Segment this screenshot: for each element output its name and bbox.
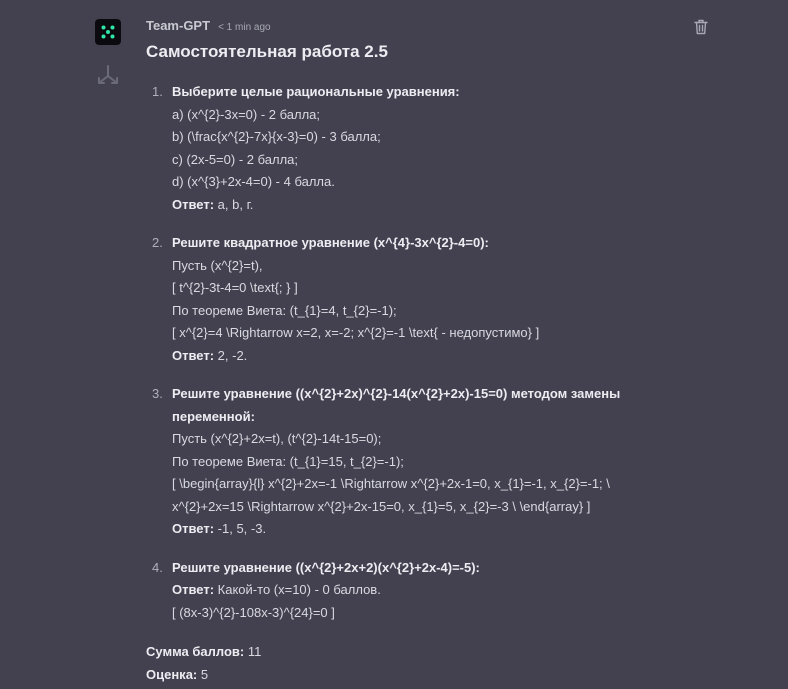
answer-line: a) (x^{2}-3x=0) - 2 балла; bbox=[172, 106, 321, 122]
answer-line: b) (\frac{x^{2}-7x}{x-3}=0) - 3 балла; bbox=[172, 129, 381, 144]
answer-row: Ответ: Какой-то (x=10) - 0 баллов. bbox=[172, 579, 666, 602]
grade-value: 5 bbox=[197, 667, 209, 682]
answer-label: Ответ: bbox=[172, 196, 215, 212]
answer-value: Какой-то (x=10) - 0 баллов. bbox=[214, 582, 381, 597]
answer-label: Ответ: bbox=[172, 347, 215, 363]
item-number: 3. bbox=[152, 386, 163, 401]
answer-value: a, b, г. bbox=[214, 196, 254, 212]
message-body: 1. Выберите целые рациональные уравнения… bbox=[146, 81, 666, 686]
list-item: 2. Решите квадратное уравнение (x^{4}-3x… bbox=[146, 232, 666, 367]
list-item: 3. Решите уравнение ((x^{2}+2x)^{2}-14(x… bbox=[146, 383, 666, 541]
answer-value: 2, -2. bbox=[214, 347, 248, 363]
question: Решите уравнение ((x^{2}+2x)^{2}-14(x^{2… bbox=[172, 386, 621, 424]
answer-label: Ответ: bbox=[172, 521, 215, 536]
score-sum: Сумма баллов: 11 bbox=[146, 640, 666, 663]
answer-line: c) (2x-5=0) - 2 балла; bbox=[172, 151, 298, 167]
answer-row: Ответ: a, b, г. bbox=[172, 194, 666, 217]
answer-value: -1, 5, -3. bbox=[214, 521, 267, 536]
answer-row: Ответ: 2, -2. bbox=[172, 345, 666, 368]
list-item: 4. Решите уравнение ((x^{2}+2x+2)(x^{2}+… bbox=[146, 557, 666, 625]
answer-line: Пусть (x^{2}+2x=t), (t^{2}-14t-15=0); bbox=[172, 431, 382, 446]
trash-icon[interactable] bbox=[694, 19, 708, 35]
question: Выберите целые рациональные уравнения: bbox=[172, 84, 460, 99]
answer-line: [ \begin{array}{l} x^{2}+2x=-1 \Rightarr… bbox=[172, 476, 610, 514]
answer-line: По теореме Виета: (t_{1}=15, t_{2}=-1); bbox=[172, 453, 404, 469]
item-number: 2. bbox=[152, 235, 163, 250]
timestamp: < 1 min ago bbox=[218, 22, 271, 33]
answer-row: Ответ: -1, 5, -3. bbox=[172, 518, 666, 541]
question: Решите уравнение ((x^{2}+2x+2)(x^{2}+2x-… bbox=[172, 559, 480, 575]
answer-line: По теореме Виета: (t_{1}=4, t_{2}=-1); bbox=[172, 302, 397, 318]
fork-icon[interactable] bbox=[96, 64, 120, 86]
message-header: Team-GPT < 1 min ago bbox=[146, 18, 271, 34]
answer-line: [ x^{2}=4 \Rightarrow x=2, x=-2; x^{2}=-… bbox=[172, 325, 540, 340]
answer-line: d) (x^{3}+2x-4=0) - 4 балла. bbox=[172, 174, 335, 189]
answer-line: [ (8x-3)^{2}-108x-3)^{24}=0 ] bbox=[172, 604, 335, 620]
item-number: 1. bbox=[152, 84, 163, 99]
score-sum-label: Сумма баллов: bbox=[146, 644, 245, 659]
task-list: 1. Выберите целые рациональные уравнения… bbox=[146, 81, 666, 624]
item-number: 4. bbox=[152, 559, 163, 575]
answer-label: Ответ: bbox=[172, 582, 215, 597]
message-title: Самостоятельная работа 2.5 bbox=[146, 42, 388, 61]
grade-label: Оценка: bbox=[146, 667, 198, 682]
question: Решите квадратное уравнение (x^{4}-3x^{2… bbox=[172, 235, 489, 250]
answer-line: [ t^{2}-3t-4=0 \text{; } ] bbox=[172, 280, 298, 295]
team-gpt-logo-icon bbox=[95, 19, 121, 45]
list-item: 1. Выберите целые рациональные уравнения… bbox=[146, 81, 666, 216]
grade: Оценка: 5 bbox=[146, 663, 666, 686]
score-sum-value: 11 bbox=[244, 644, 262, 659]
author-name: Team-GPT bbox=[146, 18, 211, 33]
summary: Сумма баллов: 11 Оценка: 5 bbox=[146, 640, 666, 686]
answer-line: Пусть (x^{2}=t), bbox=[172, 257, 263, 273]
